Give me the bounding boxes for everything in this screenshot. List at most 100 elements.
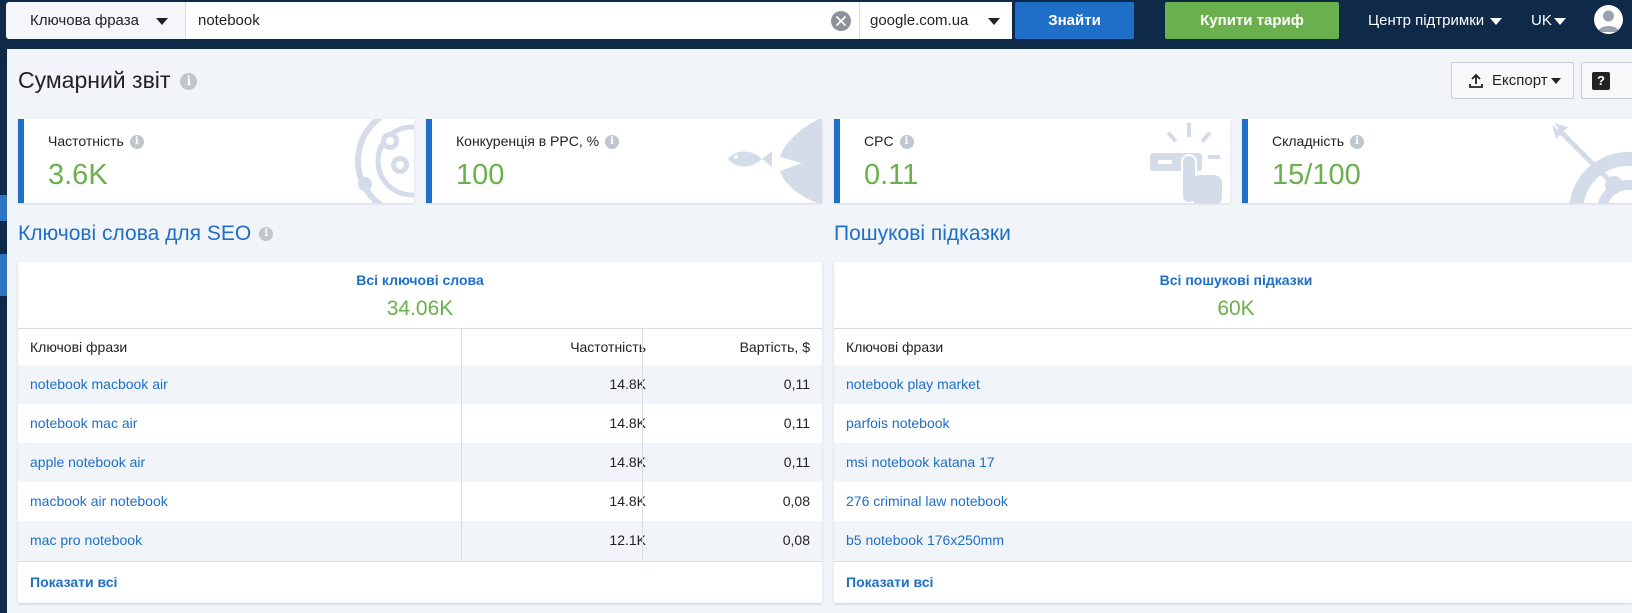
export-button[interactable]: Експорт	[1451, 62, 1574, 99]
support-center-label: Центр підтримки	[1368, 12, 1485, 29]
table-row: apple notebook air 14.8K 0,11	[18, 443, 822, 482]
chevron-down-icon	[1551, 78, 1561, 84]
info-icon[interactable]: i	[1350, 135, 1365, 150]
search-type-select[interactable]: Ключова фраза	[6, 2, 186, 39]
page-title-text: Сумарний звіт	[18, 67, 171, 93]
metric-label: Частотність i	[48, 133, 144, 150]
find-button[interactable]: Знайти	[1015, 2, 1134, 39]
keyword-link[interactable]: msi notebook katana 17	[846, 443, 995, 482]
keyword-link[interactable]: b5 notebook 176x250mm	[846, 521, 1004, 560]
search-suggestions-panel: Всі пошукові підказки 60K Ключові фрази …	[834, 262, 1632, 603]
table-row: notebook play market	[834, 365, 1632, 404]
info-icon[interactable]: i	[899, 135, 914, 150]
table-row: macbook air notebook 14.8K 0,08	[18, 482, 822, 521]
table-footer: Показати всі	[834, 561, 1632, 603]
left-sidebar-strip	[0, 49, 7, 613]
chevron-down-icon	[1553, 17, 1566, 25]
keyword-link[interactable]: mac pro notebook	[30, 521, 142, 560]
column-divider	[461, 328, 462, 561]
all-keywords-count: 34.06K	[386, 297, 454, 320]
table-row: parfois notebook	[834, 404, 1632, 443]
target-icon	[1552, 123, 1632, 203]
search-suggestions-title: Пошукові підказки	[834, 222, 1011, 245]
table-header: Ключові фрази	[834, 328, 1632, 365]
keyword-link[interactable]: notebook macbook air	[30, 365, 168, 404]
column-header-keyword[interactable]: Ключові фрази	[30, 329, 127, 366]
table-row: notebook macbook air 14.8K 0,11	[18, 365, 822, 404]
show-all-link[interactable]: Показати всі	[846, 574, 933, 590]
metric-card-difficulty: Складність i 15/100	[1242, 119, 1632, 203]
database-value: google.com.ua	[870, 12, 969, 29]
seo-keywords-title: Ключові слова для SEO i	[18, 222, 274, 246]
table-row: b5 notebook 176x250mm	[834, 521, 1632, 561]
click-icon	[1150, 123, 1222, 203]
cost-cell: 0,11	[783, 376, 810, 392]
table-row: notebook mac air 14.8K 0,11	[18, 404, 822, 443]
metric-value: 15/100	[1272, 159, 1361, 191]
keyword-link[interactable]: notebook play market	[846, 365, 980, 404]
volume-cell: 14.8K	[609, 376, 646, 392]
column-header-volume[interactable]: Частотність	[480, 329, 646, 366]
volume-cell: 14.8K	[609, 415, 646, 431]
search-box[interactable]	[186, 2, 859, 39]
chevron-down-icon	[156, 18, 168, 25]
metric-card-volume: Частотність i 3.6K	[18, 119, 414, 203]
volume-cell: 14.8K	[609, 454, 646, 470]
keyword-link[interactable]: macbook air notebook	[30, 482, 168, 521]
table-row: 276 criminal law notebook	[834, 482, 1632, 521]
table-footer: Показати всі	[18, 561, 822, 603]
export-label: Експорт	[1492, 72, 1548, 89]
info-icon[interactable]: i	[180, 73, 198, 91]
search-input[interactable]	[198, 12, 798, 29]
show-all-link[interactable]: Показати всі	[30, 574, 117, 590]
top-bar: Ключова фраза google.com.ua Знайти Купит…	[0, 0, 1632, 49]
help-button[interactable]: ?	[1581, 62, 1632, 99]
metric-card-cpc: CPC i 0.11	[834, 119, 1230, 203]
all-keywords-link[interactable]: Всі ключові слова	[18, 272, 822, 288]
all-suggestions-count: 60K	[1217, 297, 1255, 320]
orbit-icon	[355, 119, 414, 203]
info-icon[interactable]: i	[605, 135, 620, 150]
help-icon: ?	[1592, 72, 1610, 90]
volume-cell: 14.8K	[609, 493, 646, 509]
column-header-cost[interactable]: Вартість, $	[658, 329, 810, 366]
sidebar-marker	[0, 195, 7, 221]
search-type-value: Ключова фраза	[30, 12, 139, 29]
database-select[interactable]: google.com.ua	[859, 2, 1012, 39]
keyword-link[interactable]: parfois notebook	[846, 404, 950, 443]
table-row: mac pro notebook 12.1K 0,08	[18, 521, 822, 561]
keyword-link[interactable]: notebook mac air	[30, 404, 137, 443]
info-icon[interactable]: i	[259, 227, 274, 242]
info-icon[interactable]: i	[129, 135, 144, 150]
cost-cell: 0,11	[783, 415, 810, 431]
upload-icon	[1469, 73, 1483, 88]
metric-value: 3.6K	[48, 159, 108, 191]
cost-cell: 0,08	[782, 493, 810, 509]
metric-label: Конкуренція в PPC, % i	[456, 133, 620, 150]
chevron-down-icon	[988, 18, 1000, 25]
chevron-down-icon	[1490, 17, 1503, 25]
metric-label: CPC i	[864, 133, 914, 150]
keyword-link[interactable]: apple notebook air	[30, 443, 145, 482]
column-header-keyword[interactable]: Ключові фрази	[846, 329, 943, 366]
user-avatar-icon[interactable]	[1594, 5, 1623, 34]
buy-plan-button[interactable]: Купити тариф	[1165, 2, 1339, 39]
language-menu[interactable]: UK	[1531, 12, 1566, 29]
page-title: Сумарний звіт i	[18, 67, 198, 94]
clear-icon[interactable]	[831, 11, 851, 31]
language-label: UK	[1531, 12, 1552, 29]
metric-value: 100	[456, 159, 505, 191]
column-divider	[642, 328, 643, 561]
cost-cell: 0,11	[783, 454, 810, 470]
volume-cell: 12.1K	[609, 532, 646, 548]
table-row: msi notebook katana 17	[834, 443, 1632, 482]
table-header: Ключові фрази Частотність Вартість, $	[18, 328, 822, 365]
cost-cell: 0,08	[782, 532, 810, 548]
metric-value: 0.11	[864, 159, 919, 191]
fish-icon	[728, 119, 822, 203]
keyword-link[interactable]: 276 criminal law notebook	[846, 482, 1008, 521]
sidebar-marker	[0, 254, 7, 296]
support-center-menu[interactable]: Центр підтримки	[1368, 12, 1503, 29]
all-suggestions-link[interactable]: Всі пошукові підказки	[834, 272, 1632, 288]
metric-label: Складність i	[1272, 133, 1365, 150]
